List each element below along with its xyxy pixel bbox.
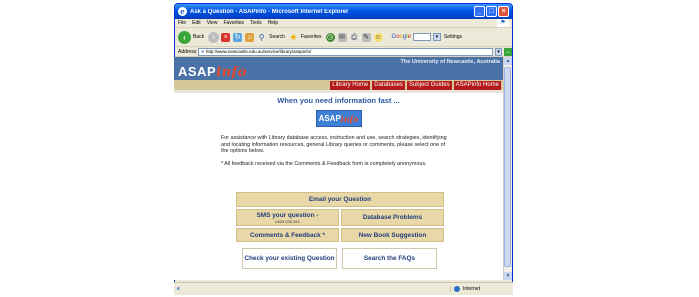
mail-icon[interactable]: ✉ xyxy=(337,32,347,42)
windows-flag-icon: ⚑ xyxy=(497,19,509,27)
menu-tools[interactable]: Tools xyxy=(250,20,262,26)
search-icon[interactable]: ⚲ xyxy=(257,33,266,42)
edit-icon[interactable]: ✎ xyxy=(361,32,371,42)
google-search-input[interactable] xyxy=(412,33,431,41)
settings-label[interactable]: Settings xyxy=(444,34,462,40)
close-button[interactable]: × xyxy=(498,6,509,17)
menu-file[interactable]: File xyxy=(178,20,186,26)
menu-edit[interactable]: Edit xyxy=(192,20,201,26)
menu-view[interactable]: View xyxy=(207,20,218,26)
browser-window: e Ask a Question - ASAPinfo - Microsoft … xyxy=(174,3,513,295)
favorites-button-label[interactable]: Favorites xyxy=(301,34,322,40)
window-title: Ask a Question - ASAPinfo - Microsoft In… xyxy=(190,8,349,15)
refresh-icon[interactable]: ↻ xyxy=(233,32,243,42)
go-button[interactable]: → xyxy=(504,47,512,56)
minimize-button[interactable]: _ xyxy=(474,6,485,17)
search-button-label[interactable]: Search xyxy=(269,34,285,40)
menu-help[interactable]: Help xyxy=(268,20,278,26)
address-bar: Address e http://www.newcastle.edu.au/se… xyxy=(175,47,512,57)
google-toolbar-logo: Google xyxy=(391,34,411,40)
home-icon[interactable]: ⌂ xyxy=(245,32,255,42)
back-button-label[interactable]: Back xyxy=(193,34,204,40)
google-search-dropdown[interactable]: ▾ xyxy=(432,33,441,41)
address-label: Address xyxy=(178,48,197,55)
ie-logo-icon: e xyxy=(178,7,187,16)
stop-icon[interactable]: × xyxy=(221,32,231,42)
menu-bar: File Edit View Favorites Tools Help ⚑ xyxy=(175,19,512,28)
page-icon: e xyxy=(201,49,204,54)
address-dropdown-icon[interactable]: ▾ xyxy=(495,47,502,56)
address-input[interactable]: e http://www.newcastle.edu.au/service/li… xyxy=(198,47,493,56)
menu-favorites[interactable]: Favorites xyxy=(223,20,244,26)
title-bar[interactable]: e Ask a Question - ASAPinfo - Microsoft … xyxy=(175,4,512,19)
print-icon[interactable]: ⎙ xyxy=(349,32,359,42)
forward-arrow-icon[interactable]: › xyxy=(208,31,220,43)
address-url: http://www.newcastle.edu.au/service/libr… xyxy=(205,49,312,54)
history-icon[interactable]: ◷ xyxy=(325,32,335,42)
toolbar: ‹ Back › × ↻ ⌂ ⚲ Search ★ Favorites ◷ ✉ … xyxy=(175,28,512,47)
maximize-button[interactable]: □ xyxy=(486,6,497,17)
messenger-icon[interactable]: ☺ xyxy=(373,32,383,42)
favorites-star-icon[interactable]: ★ xyxy=(289,32,298,42)
back-arrow-icon[interactable]: ‹ xyxy=(178,30,191,44)
